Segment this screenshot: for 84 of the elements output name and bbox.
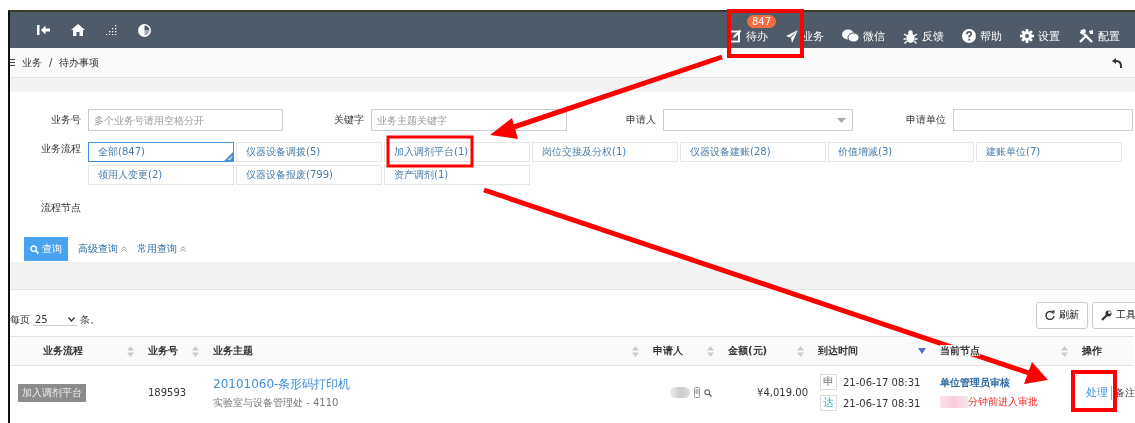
- filter-option[interactable]: 加入调剂平台(1): [384, 142, 530, 162]
- breadcrumb-item[interactable]: 业务: [22, 55, 42, 70]
- page-size-label: 条。: [80, 313, 100, 327]
- action-link[interactable]: 处理: [1086, 385, 1108, 400]
- paper-plane-icon: [786, 29, 798, 43]
- menu-icon[interactable]: [10, 59, 15, 66]
- filter-option[interactable]: 仪器设备建账(28): [680, 142, 826, 162]
- table-cell: 21-06-17 08:31: [843, 376, 921, 388]
- chevron-down-icon: [68, 317, 75, 322]
- chevron-up-icon: [180, 246, 186, 252]
- sort-descending-icon[interactable]: [918, 348, 926, 354]
- table-cell: 189593: [148, 387, 187, 398]
- query-link[interactable]: 常用查询: [137, 242, 177, 256]
- help-icon: [962, 29, 976, 43]
- edit-icon: [728, 29, 742, 43]
- field-label: 申请单位: [905, 113, 947, 127]
- refresh-icon: [1045, 310, 1055, 320]
- count-badge: 847: [747, 15, 777, 28]
- filter-option[interactable]: 仪器设备报废(799): [236, 165, 382, 185]
- input-field[interactable]: 多个业务号请用空格分开: [88, 109, 283, 131]
- caret-icon: [837, 117, 846, 123]
- toolbar-button[interactable]: 刷新: [1036, 301, 1088, 329]
- subject-link[interactable]: 20101060-条形码打印机: [213, 375, 351, 393]
- nav-item[interactable]: 微信: [833, 12, 894, 48]
- phone-icon: [694, 387, 700, 398]
- column-header[interactable]: 操作: [1082, 345, 1102, 356]
- highlight-box: [1071, 370, 1117, 412]
- filter-option[interactable]: 价值增减(3): [828, 142, 974, 162]
- settings-icon: [1020, 29, 1034, 43]
- back-arrow-icon[interactable]: [1112, 57, 1123, 68]
- collapse-icon[interactable]: [37, 25, 50, 35]
- nav-item[interactable]: 设置: [1011, 12, 1069, 48]
- node-link[interactable]: 单位管理员审核: [940, 376, 1010, 390]
- column-header[interactable]: 业务主题: [213, 345, 253, 356]
- nav-item[interactable]: 配置: [1069, 12, 1129, 48]
- input-field[interactable]: 业务主题关键字: [371, 109, 567, 131]
- filter-option[interactable]: 领用人变更(2): [88, 165, 234, 185]
- pie-chart-icon[interactable]: [138, 23, 151, 37]
- status-note: 分钟前进入审批: [968, 395, 1038, 409]
- time-badge: 达: [820, 395, 837, 411]
- page-size-select[interactable]: 25: [33, 314, 77, 326]
- nav-item[interactable]: 帮助: [953, 12, 1011, 48]
- column-header[interactable]: 业务号: [148, 345, 178, 356]
- check-icon: [224, 152, 233, 161]
- table-cell: 21-06-17 08:31: [843, 397, 921, 409]
- action-link[interactable]: 备注: [1111, 385, 1135, 400]
- table-cell: ¥4,019.00: [757, 387, 808, 398]
- filter-option[interactable]: 建账单位(7): [976, 142, 1122, 162]
- query-link[interactable]: 高级查询: [78, 242, 118, 256]
- column-header[interactable]: 到达时间: [818, 345, 858, 356]
- search-icon[interactable]: [704, 388, 712, 397]
- select-field[interactable]: [663, 109, 853, 131]
- field-label: 流程节点: [40, 201, 82, 215]
- column-header[interactable]: 业务流程: [43, 345, 83, 356]
- chat-bubbles-icon: [842, 29, 859, 43]
- field-label: 业务号: [50, 113, 82, 127]
- search-icon: [30, 244, 39, 254]
- nav-item[interactable]: 反馈: [894, 12, 953, 48]
- field-label: 关键字: [333, 113, 365, 127]
- column-header[interactable]: 金额(元): [728, 345, 768, 356]
- time-badge: 申: [820, 374, 837, 390]
- field-label: 业务流程: [40, 142, 82, 156]
- process-tag: 加入调剂平台: [18, 383, 86, 402]
- page-size-label: 每页: [10, 313, 30, 327]
- chevron-up-icon: [121, 246, 127, 252]
- nav-item[interactable]: 待办 847: [719, 12, 777, 48]
- column-header[interactable]: 当前节点: [940, 345, 980, 356]
- dots-chart-icon[interactable]: [106, 25, 117, 35]
- field-label: 申请人: [625, 113, 657, 127]
- filter-option[interactable]: 岗位交接及分权(1): [532, 142, 678, 162]
- blurred-text: [940, 396, 968, 408]
- home-icon[interactable]: [71, 24, 85, 36]
- column-header[interactable]: 申请人: [653, 345, 683, 356]
- breadcrumb-separator: /: [49, 57, 53, 68]
- tools-icon: [1078, 29, 1094, 43]
- breadcrumb-item: 待办事项: [59, 55, 100, 70]
- toolbar-button[interactable]: 工具: [1092, 301, 1135, 329]
- filter-option[interactable]: 仪器设备调拨(5): [236, 142, 382, 162]
- filter-option[interactable]: 全部(847): [88, 142, 234, 162]
- table-cell: 实验室与设备管理处 - 4110: [213, 395, 339, 410]
- wrench-icon: [1101, 309, 1112, 321]
- blurred-name: [670, 387, 690, 398]
- input-field[interactable]: [953, 109, 1133, 131]
- bug-icon: [903, 28, 918, 44]
